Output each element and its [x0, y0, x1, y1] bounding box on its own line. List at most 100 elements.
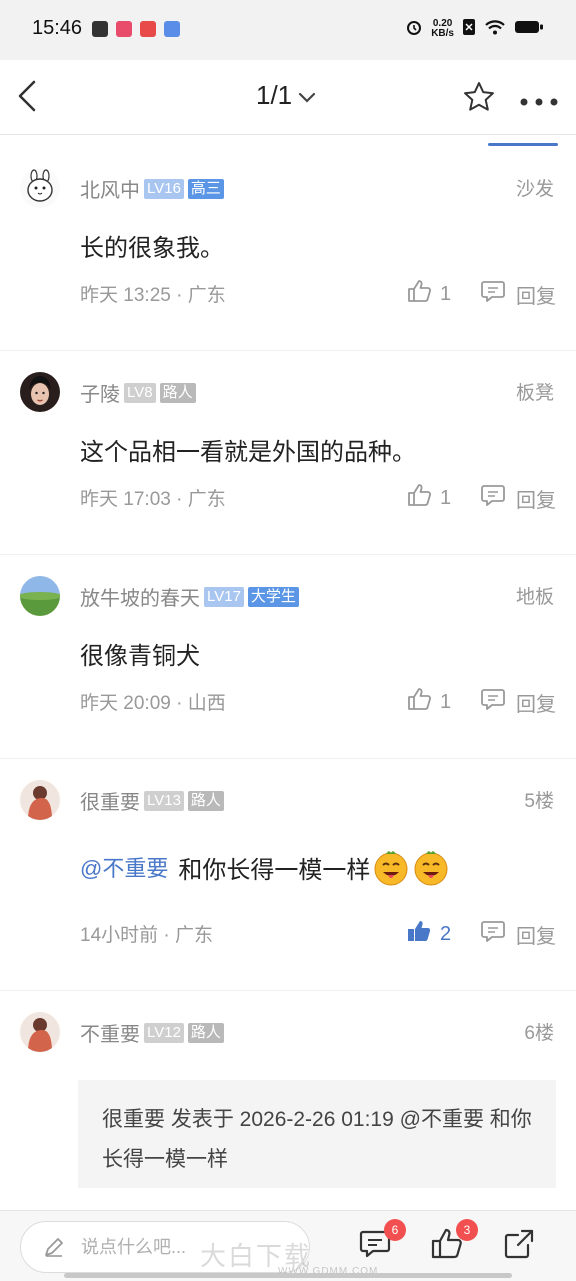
- page-indicator: 1/1: [256, 80, 293, 110]
- more-icon[interactable]: [520, 93, 558, 106]
- like-button[interactable]: 1: [406, 686, 451, 718]
- quote-box[interactable]: 很重要 发表于 2026-2-26 01:19 @不重要 和你长得一模一样: [78, 1080, 556, 1188]
- like-count: 2: [440, 922, 452, 945]
- floor-label: 6楼: [524, 1023, 554, 1044]
- net-speed: 0.20 KB/s: [431, 17, 454, 39]
- avatar[interactable]: [20, 576, 60, 616]
- level-badge: LV17: [204, 586, 244, 607]
- comment-time: 昨天 13:25: [80, 285, 171, 306]
- share-button[interactable]: [502, 1227, 536, 1261]
- page-selector[interactable]: 1/1: [256, 80, 316, 111]
- nav-bar: 1/1: [0, 60, 576, 135]
- comment-bubble-icon: [480, 918, 506, 950]
- user-line: 北风中 LV16 高三: [80, 174, 224, 203]
- floor-label: 5楼: [524, 791, 554, 812]
- comment-text: 这个品相一看就是外国的品种。: [80, 439, 416, 466]
- chevron-down-icon: [298, 80, 316, 111]
- comment-bubble-icon: [480, 686, 506, 718]
- like-post-button[interactable]: 3: [430, 1219, 478, 1261]
- level-badge: LV13: [144, 790, 184, 811]
- comment-text: 和你长得一模一样: [178, 856, 371, 884]
- reply-button[interactable]: 回复: [480, 482, 556, 514]
- username[interactable]: 很重要: [80, 786, 140, 815]
- notification-app-icon: [140, 21, 156, 37]
- status-right-group: 0.20 KB/s: [405, 18, 544, 39]
- notification-app-icon: [116, 21, 132, 37]
- title-badge: 大学生: [247, 586, 299, 607]
- level-badge: LV16: [144, 178, 184, 199]
- comment-time: 昨天 17:03: [80, 489, 171, 510]
- net-speed-unit: KB/s: [431, 27, 454, 39]
- comment-text: 很像青铜犬: [80, 643, 200, 670]
- meta-separator: ·: [176, 285, 188, 306]
- comment-bubble-icon: [480, 482, 506, 514]
- comment-item: 不重要 LV12 路人 6楼 很重要 发表于 2026-2-26 01:19 @…: [0, 992, 576, 1210]
- comment-location: 广东: [175, 925, 214, 946]
- user-line: 很重要 LV13 路人: [80, 786, 224, 815]
- alarm-icon: [405, 18, 423, 39]
- star-icon[interactable]: [462, 80, 496, 114]
- reply-button[interactable]: 回复: [480, 918, 556, 950]
- avatar[interactable]: [20, 780, 60, 820]
- pen-icon: [43, 1236, 65, 1258]
- username[interactable]: 子陵: [80, 378, 120, 407]
- tab-indicator: [488, 143, 558, 146]
- thumbs-up-icon: [406, 686, 432, 718]
- like-count: 1: [440, 690, 452, 713]
- floor-label: 地板: [515, 587, 554, 608]
- like-count: 1: [440, 282, 452, 305]
- reply-button[interactable]: 回复: [480, 278, 556, 310]
- title-badge: 路人: [187, 790, 224, 811]
- comment-meta: 昨天 20:09 · 山西: [80, 688, 226, 715]
- title-badge: 路人: [159, 382, 196, 403]
- comment-content: 这个品相一看就是外国的品种。: [80, 432, 416, 467]
- reply-label: 回复: [516, 693, 556, 716]
- thumbs-up-icon: [430, 1228, 464, 1265]
- status-time: 15:46: [32, 17, 83, 39]
- comment-meta: 14小时前 · 广东: [80, 920, 213, 947]
- like-button[interactable]: 1: [406, 482, 451, 514]
- like-button[interactable]: 2: [406, 918, 451, 950]
- comment-text: 长的很象我。: [80, 235, 224, 262]
- wifi-icon: [484, 18, 506, 39]
- battery-icon: [514, 19, 544, 38]
- comment-time: 昨天 20:09: [80, 693, 171, 714]
- avatar[interactable]: [20, 1012, 60, 1052]
- share-icon: [502, 1229, 536, 1265]
- back-icon[interactable]: [14, 78, 44, 114]
- like-count-badge: 3: [456, 1219, 478, 1241]
- comments-button[interactable]: 6: [358, 1219, 406, 1261]
- comment-meta: 昨天 17:03 · 广东: [80, 484, 226, 511]
- comment-item: 北风中 LV16 高三 沙发 长的很象我。 昨天 13:25 · 广东 1 回复: [0, 148, 576, 351]
- floor-label: 沙发: [515, 179, 554, 200]
- like-count: 1: [440, 486, 452, 509]
- avatar[interactable]: [20, 372, 60, 412]
- username[interactable]: 放牛坡的春天: [80, 582, 200, 611]
- user-line: 不重要 LV12 路人: [80, 1018, 224, 1047]
- comment-content: 长的很象我。: [80, 228, 224, 263]
- username[interactable]: 北风中: [80, 174, 140, 203]
- tongue-out-emoji-icon: [372, 848, 410, 886]
- like-button[interactable]: 1: [406, 278, 451, 310]
- home-indicator[interactable]: [64, 1273, 512, 1278]
- comment-location: 广东: [187, 489, 226, 510]
- username[interactable]: 不重要: [80, 1018, 140, 1047]
- mention-link[interactable]: @不重要: [80, 851, 168, 883]
- reply-label: 回复: [516, 489, 556, 512]
- comment-item: 放牛坡的春天 LV17 大学生 地板 很像青铜犬 昨天 20:09 · 山西 1…: [0, 556, 576, 759]
- thumbs-up-icon: [406, 482, 432, 514]
- comment-item: 很重要 LV13 路人 5楼 @不重要 和你长得一模一样 14小时前 · 广东 …: [0, 760, 576, 991]
- meta-separator: ·: [176, 693, 188, 714]
- comment-bubble-icon: [480, 278, 506, 310]
- reply-button[interactable]: 回复: [480, 686, 556, 718]
- notification-app-icon: [164, 21, 180, 37]
- avatar[interactable]: [20, 168, 60, 208]
- comment-count-badge: 6: [384, 1219, 406, 1241]
- title-badge: 路人: [187, 1022, 224, 1043]
- floor-label: 板凳: [515, 383, 554, 404]
- thumbs-up-filled-icon: [406, 918, 432, 950]
- net-speed-value: 0.20: [432, 17, 453, 29]
- level-badge: LV8: [124, 382, 156, 403]
- comment-meta: 昨天 13:25 · 广东: [80, 280, 226, 307]
- status-bar: 15:46 0.20 KB/s: [0, 0, 576, 60]
